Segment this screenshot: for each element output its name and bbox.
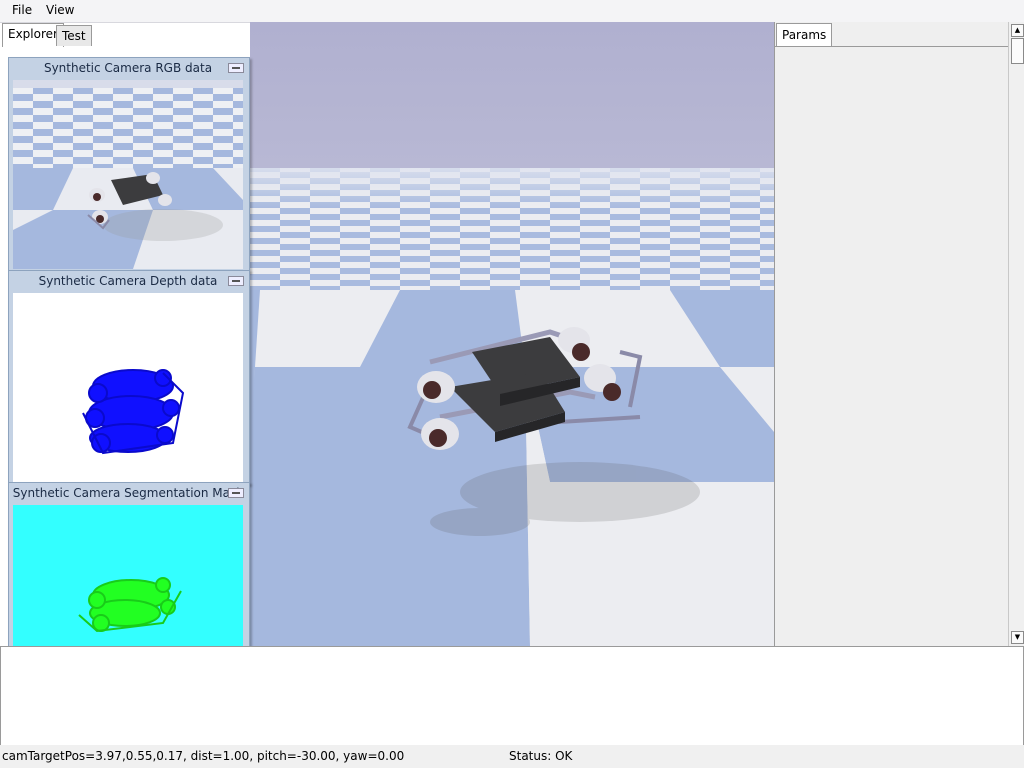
- rgb-camera-minimize-button[interactable]: [228, 63, 244, 73]
- depth-camera-minimize-button[interactable]: [228, 276, 244, 286]
- scene-render: [250, 22, 774, 646]
- 3d-viewport[interactable]: [250, 22, 774, 646]
- segmentation-camera-minimize-button[interactable]: [228, 488, 244, 498]
- menu-view[interactable]: View: [46, 3, 74, 17]
- tab-explorer[interactable]: Explorer: [2, 23, 64, 47]
- rgb-camera-title: Synthetic Camera RGB data: [43, 61, 213, 75]
- menu-file[interactable]: File: [12, 3, 32, 17]
- tab-params[interactable]: Params: [776, 23, 833, 46]
- params-divider: [775, 46, 1009, 47]
- depth-camera-title: Synthetic Camera Depth data: [38, 274, 218, 288]
- scroll-down-button[interactable]: ▼: [1011, 631, 1024, 644]
- depth-camera-window[interactable]: Synthetic Camera Depth data: [8, 270, 250, 485]
- rgb-camera-image: [13, 80, 243, 269]
- params-panel: Params: [774, 22, 1009, 646]
- status-bar: camTargetPos=3.97,0.55,0.17, dist=1.00, …: [0, 745, 1024, 768]
- segmentation-camera-title: Synthetic Camera Segmentation Mask: [12, 486, 244, 500]
- sky: [250, 22, 774, 168]
- scroll-thumb[interactable]: [1011, 38, 1024, 64]
- explorer-tabbar: Explorer Test: [0, 22, 250, 48]
- status-text: Status: OK: [509, 749, 573, 763]
- tab-test[interactable]: Test: [56, 25, 92, 46]
- camera-status-text: camTargetPos=3.97,0.55,0.17, dist=1.00, …: [2, 749, 405, 763]
- params-scrollbar[interactable]: ▲ ▼: [1008, 22, 1024, 646]
- menu-bar: File View: [0, 0, 1024, 23]
- scroll-up-button[interactable]: ▲: [1011, 24, 1024, 37]
- console-output[interactable]: [0, 646, 1024, 746]
- rgb-camera-window[interactable]: Synthetic Camera RGB data: [8, 57, 250, 272]
- depth-camera-image: [13, 293, 243, 482]
